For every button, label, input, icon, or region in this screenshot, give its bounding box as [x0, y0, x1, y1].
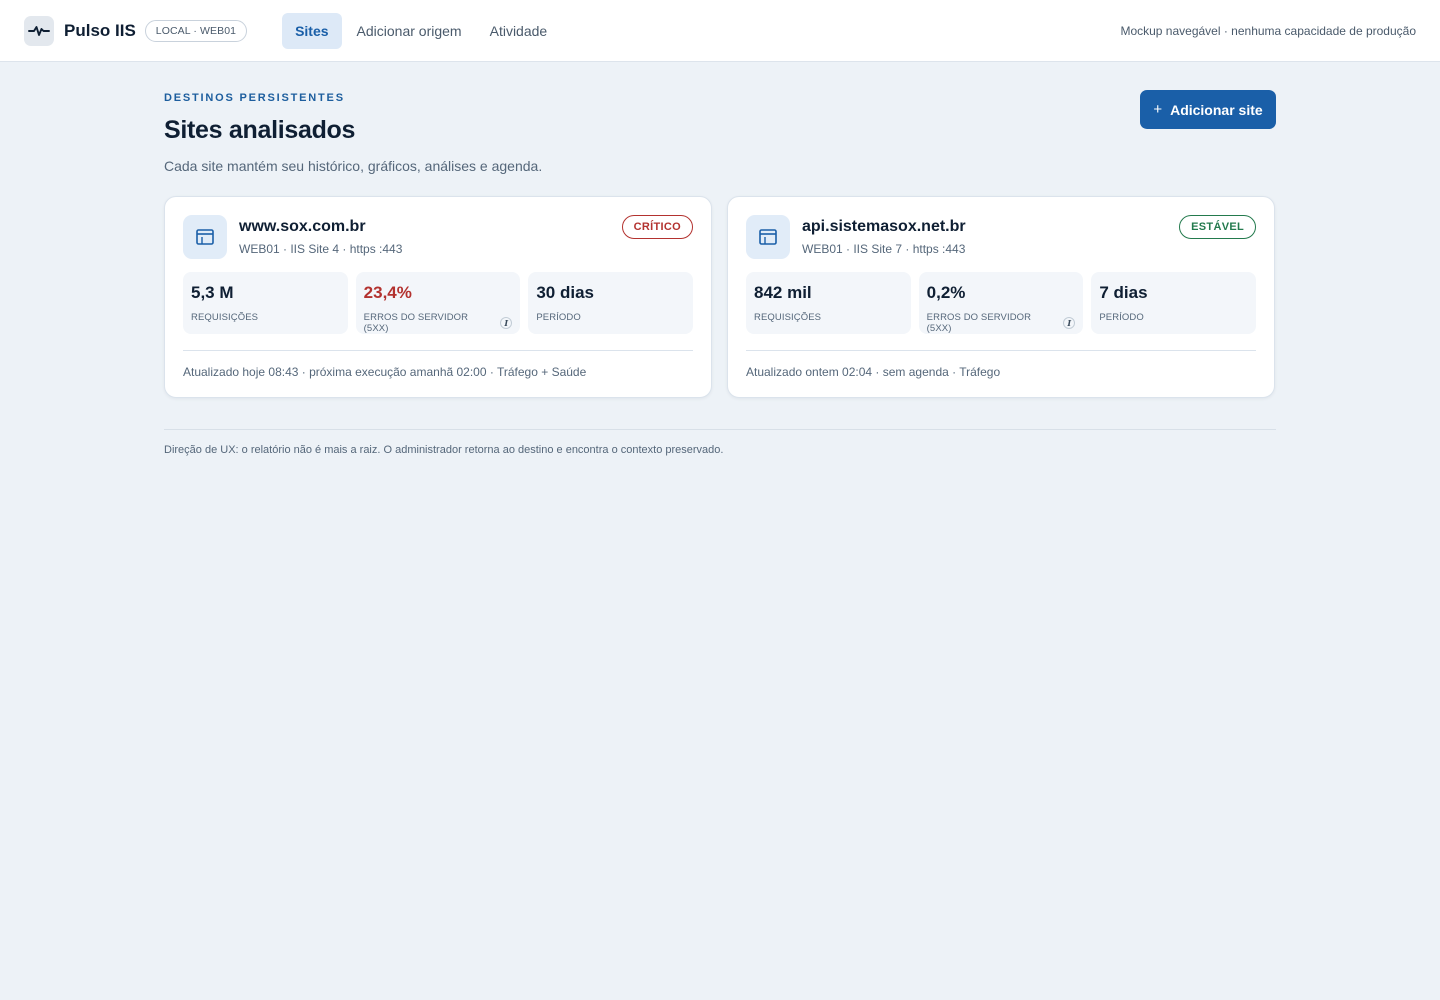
nav-item-atividade[interactable]: Atividade [477, 13, 561, 49]
status-badge: CRÍTICO [621, 215, 693, 239]
info-icon[interactable]: i [1063, 317, 1076, 329]
metric-label: REQUISIÇÕES [754, 312, 822, 323]
site-name[interactable]: www.sox.com.br [239, 218, 402, 236]
metric-value: 842 mil [754, 283, 812, 302]
site-meta: WEB01 · IIS Site 4 · https :443 [239, 242, 403, 256]
nav-item-sites[interactable]: Sites [282, 12, 342, 49]
metric-label: REQUISIÇÕES [191, 312, 259, 323]
environment-badge: LOCAL · WEB01 [144, 19, 248, 42]
app-name: Pulso IIS [64, 20, 136, 40]
add-site-button-label: Adicionar site [1170, 101, 1263, 118]
metric-label: ERROS DO SERVIDOR (5XX) i [927, 312, 1076, 334]
metric-server-errors: 0,2% ERROS DO SERVIDOR (5XX) i [918, 272, 1084, 334]
top-bar: Pulso IIS LOCAL · WEB01 Sites Adicionar … [0, 0, 1440, 62]
site-card-header: api.sistemasox.net.br WEB01 · IIS Site 7… [746, 215, 1256, 259]
metric-value: 7 dias [1099, 283, 1148, 302]
plus-icon: + [1153, 101, 1163, 118]
metric-label: PERÍODO [536, 312, 581, 323]
metric-requests: 5,3 M REQUISIÇÕES [183, 272, 348, 334]
metric-requests: 842 mil REQUISIÇÕES [746, 272, 911, 334]
status-badge: ESTÁVEL [1179, 215, 1256, 239]
metric-label: ERROS DO SERVIDOR (5XX) i [364, 312, 513, 334]
browser-window-icon [746, 215, 790, 259]
metric-period: 30 dias PERÍODO [528, 272, 694, 334]
metric-period: 7 dias PERÍODO [1091, 272, 1257, 334]
page-title: Sites analisados [164, 116, 356, 144]
ux-direction-note: Direção de UX: o relatório não é mais a … [164, 429, 1276, 456]
site-card[interactable]: www.sox.com.br WEB01 · IIS Site 4 · http… [164, 196, 712, 398]
nav-item-adicionar-origem[interactable]: Adicionar origem [344, 13, 475, 49]
site-metrics: 842 mil REQUISIÇÕES 0,2% ERROS DO SERVID… [746, 272, 1257, 334]
info-icon[interactable]: i [500, 317, 513, 329]
main-nav: Sites Adicionar origem Atividade [282, 12, 562, 49]
site-name[interactable]: api.sistemasox.net.br [802, 218, 966, 236]
metric-value: 5,3 M [191, 283, 234, 302]
add-site-button[interactable]: + Adicionar site [1140, 90, 1276, 129]
site-card-footer: Atualizado ontem 02:04 · sem agenda · Tr… [746, 350, 1256, 379]
page-subtitle: Cada site mantém seu histórico, gráficos… [164, 158, 543, 174]
section-eyebrow: DESTINOS PERSISTENTES [164, 92, 345, 104]
metric-value: 30 dias [536, 283, 594, 302]
browser-window-icon [183, 215, 227, 259]
site-cards: www.sox.com.br WEB01 · IIS Site 4 · http… [164, 196, 1276, 398]
mockup-note: Mockup navegável · nenhuma capacidade de… [1120, 24, 1416, 38]
pulse-logo-icon [24, 15, 54, 46]
metric-value: 0,2% [926, 283, 966, 302]
metric-label: PERÍODO [1099, 312, 1144, 323]
site-card[interactable]: api.sistemasox.net.br WEB01 · IIS Site 7… [727, 196, 1275, 398]
main-content: DESTINOS PERSISTENTES Sites analisados C… [164, 62, 1276, 456]
site-meta: WEB01 · IIS Site 7 · https :443 [802, 242, 966, 256]
site-card-footer: Atualizado hoje 08:43 · próxima execução… [183, 350, 693, 379]
metric-server-errors: 23,4% ERROS DO SERVIDOR (5XX) i [355, 272, 521, 334]
brand[interactable]: Pulso IIS LOCAL · WEB01 [24, 15, 248, 46]
metric-value: 23,4% [363, 283, 412, 302]
site-metrics: 5,3 M REQUISIÇÕES 23,4% ERROS DO SERVIDO… [183, 272, 694, 334]
site-card-header: www.sox.com.br WEB01 · IIS Site 4 · http… [183, 215, 693, 259]
